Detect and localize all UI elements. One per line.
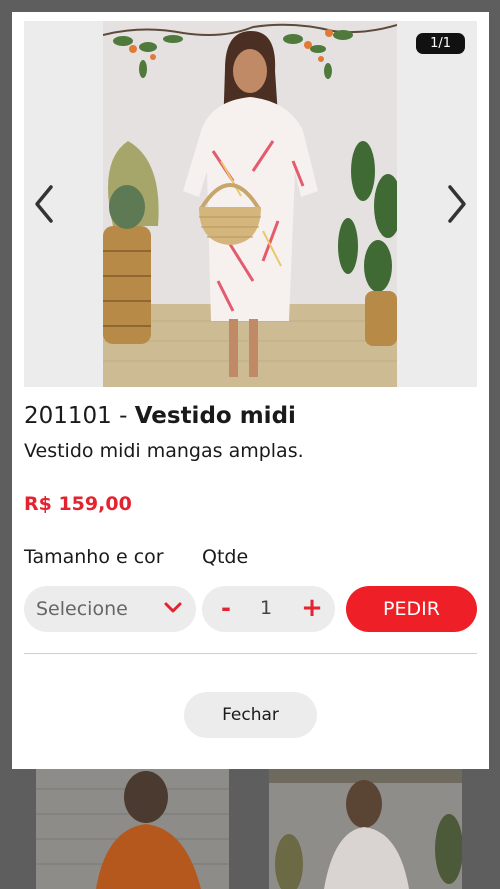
product-price: R$ 159,00 <box>24 493 132 515</box>
decrease-quantity-button[interactable]: - <box>216 594 236 622</box>
product-code: 201101 <box>24 403 112 429</box>
close-button[interactable]: Fechar <box>184 692 317 738</box>
divider <box>24 653 477 654</box>
image-counter: 1/1 <box>416 33 465 54</box>
background-product-image <box>36 769 229 889</box>
quantity-value[interactable]: 1 <box>254 597 278 619</box>
select-value: Selecione <box>36 598 128 620</box>
background-product-card <box>36 769 229 889</box>
size-color-select[interactable]: Selecione <box>24 586 196 632</box>
next-image-button[interactable] <box>439 179 475 229</box>
image-carousel[interactable]: 1/1 <box>24 21 477 387</box>
chevron-left-icon <box>35 185 53 223</box>
title-separator: - <box>111 403 135 429</box>
previous-image-button[interactable] <box>26 179 62 229</box>
background-product-image <box>269 769 462 889</box>
order-button[interactable]: PEDIR <box>346 586 477 632</box>
increase-quantity-button[interactable]: + <box>301 593 323 623</box>
chevron-right-icon <box>448 185 466 223</box>
quantity-stepper: - 1 + <box>202 586 335 632</box>
product-modal: 1/1 201101 - Vestido midi Vestido midi m… <box>12 12 489 769</box>
product-description: Vestido midi mangas amplas. <box>24 440 304 462</box>
product-name: Vestido midi <box>134 403 296 429</box>
product-title: 201101 - Vestido midi <box>24 403 296 429</box>
product-photo <box>103 21 397 387</box>
chevron-down-icon <box>164 602 182 613</box>
quantity-label: Qtde <box>202 546 249 568</box>
background-product-card <box>269 769 462 889</box>
size-color-label: Tamanho e cor <box>24 546 164 568</box>
